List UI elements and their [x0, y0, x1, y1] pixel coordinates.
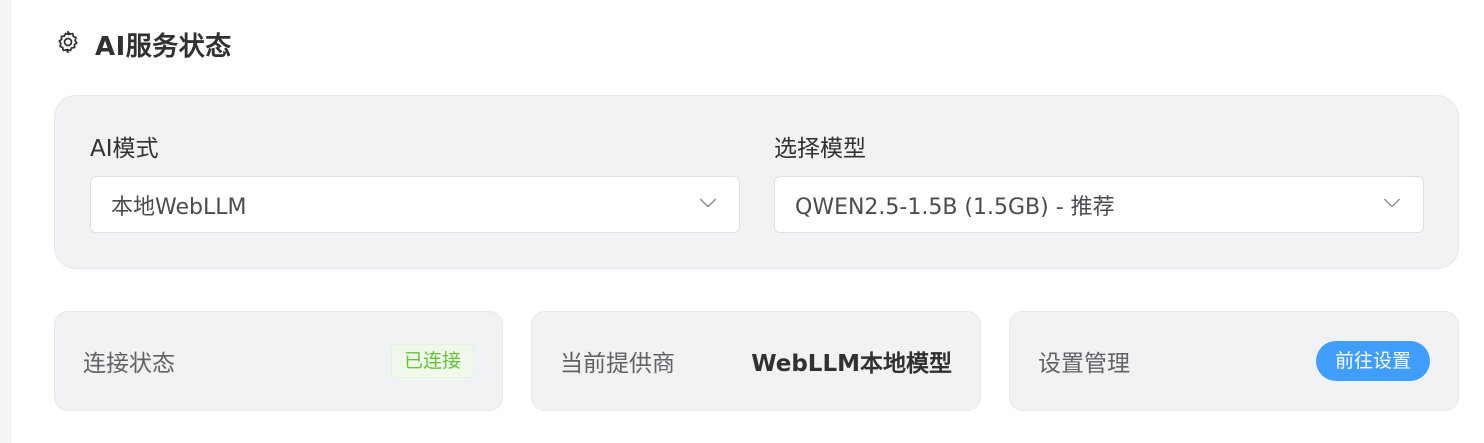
provider-label: 当前提供商 — [560, 351, 675, 377]
chevron-down-icon — [697, 192, 719, 218]
ai-service-card: AI服务状态 AI模式 本地WebLLM 选择模型 QWEN2.5-1.5B (… — [10, 0, 1484, 443]
provider-card: 当前提供商 WebLLM本地模型 — [531, 311, 981, 411]
page-title: AI服务状态 — [95, 31, 232, 62]
ai-mode-value: 本地WebLLM — [111, 194, 247, 220]
model-field: 选择模型 QWEN2.5-1.5B (1.5GB) - 推荐 — [774, 132, 1424, 233]
ai-mode-field: AI模式 本地WebLLM — [90, 132, 740, 233]
chevron-down-icon — [1381, 192, 1403, 218]
model-value: QWEN2.5-1.5B (1.5GB) - 推荐 — [795, 194, 1115, 220]
card-header: AI服务状态 — [55, 28, 232, 62]
settings-label: 设置管理 — [1038, 351, 1130, 377]
connection-status-card: 连接状态 已连接 — [54, 311, 503, 411]
model-label: 选择模型 — [774, 136, 866, 162]
ai-mode-select[interactable]: 本地WebLLM — [90, 176, 740, 233]
go-to-settings-button[interactable]: 前往设置 — [1315, 341, 1430, 381]
config-panel: AI模式 本地WebLLM 选择模型 QWEN2.5-1.5B (1.5GB) … — [54, 95, 1459, 269]
ai-mode-label: AI模式 — [90, 136, 159, 162]
model-select[interactable]: QWEN2.5-1.5B (1.5GB) - 推荐 — [774, 176, 1424, 233]
status-badge: 已连接 — [390, 344, 474, 378]
settings-card: 设置管理 前往设置 — [1009, 311, 1459, 411]
gear-icon — [55, 29, 81, 59]
connection-status-label: 连接状态 — [83, 351, 175, 377]
provider-value: WebLLM本地模型 — [751, 351, 952, 377]
